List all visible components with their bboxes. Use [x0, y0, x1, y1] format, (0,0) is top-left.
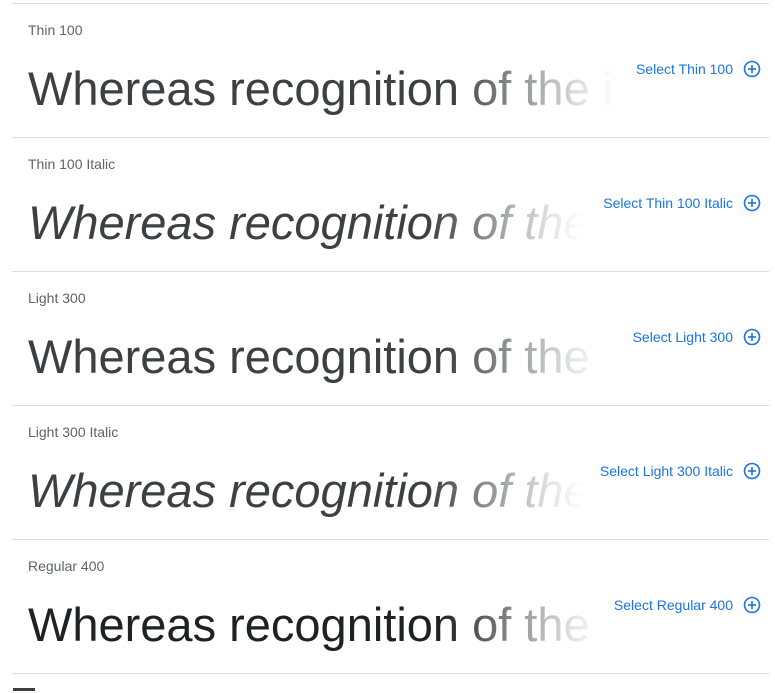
sample-text: Whereas recognition of the inherent dign… — [28, 330, 606, 383]
style-row-regular-400: Regular 400 Whereas recognition of the i… — [12, 540, 769, 674]
select-style-label: Select Light 300 — [632, 329, 733, 345]
select-style-label: Select Thin 100 — [635, 61, 733, 77]
sample-text: Whereas recognition of the inherent dign… — [28, 598, 603, 651]
sample-preview: Whereas recognition of the inherent dign… — [28, 192, 583, 254]
plus-circle-icon — [743, 60, 761, 78]
font-styles-list: Thin 100 Whereas recognition of the inhe… — [12, 4, 769, 674]
select-style-button[interactable]: Select Thin 100 — [636, 58, 761, 80]
style-name: Light 300 Italic — [28, 424, 119, 440]
sample-preview: Whereas recognition of the inherent dign… — [28, 58, 618, 120]
plus-circle-icon — [743, 596, 761, 614]
style-row-thin-100: Thin 100 Whereas recognition of the inhe… — [12, 4, 769, 138]
plus-circle-icon — [743, 194, 761, 212]
sample-text: Whereas recognition of the inherent dign… — [28, 62, 618, 115]
plus-circle-icon — [743, 462, 761, 480]
style-row-light-300: Light 300 Whereas recognition of the inh… — [12, 272, 769, 406]
select-style-button[interactable]: Select Light 300 Italic — [600, 460, 761, 482]
select-style-label: Select Thin 100 Italic — [603, 195, 733, 211]
select-style-button[interactable]: Select Light 300 — [633, 326, 761, 348]
style-name: Thin 100 Italic — [28, 156, 116, 172]
style-row-thin-100-italic: Thin 100 Italic Whereas recognition of t… — [12, 138, 769, 272]
style-name: Regular 400 — [28, 558, 105, 574]
select-style-label: Select Light 300 Italic — [599, 463, 733, 479]
sample-text: Whereas recognition of the inherent dign… — [28, 464, 583, 517]
style-row-light-300-italic: Light 300 Italic Whereas recognition of … — [12, 406, 769, 540]
sample-preview: Whereas recognition of the inherent dign… — [28, 594, 603, 656]
sample-preview: Whereas recognition of the inherent dign… — [28, 460, 583, 522]
style-name: Light 300 — [28, 290, 86, 306]
sample-text: Whereas recognition of the inherent dign… — [28, 196, 583, 249]
font-styles-page: Thin 100 Whereas recognition of the inhe… — [0, 0, 775, 693]
select-style-label: Select Regular 400 — [613, 597, 733, 613]
style-name: Thin 100 — [28, 22, 83, 38]
select-style-button[interactable]: Select Regular 400 — [614, 594, 761, 616]
plus-circle-icon — [743, 328, 761, 346]
select-style-button[interactable]: Select Thin 100 Italic — [603, 192, 761, 214]
sample-preview: Whereas recognition of the inherent dign… — [28, 326, 606, 388]
next-row-edge — [13, 688, 35, 691]
